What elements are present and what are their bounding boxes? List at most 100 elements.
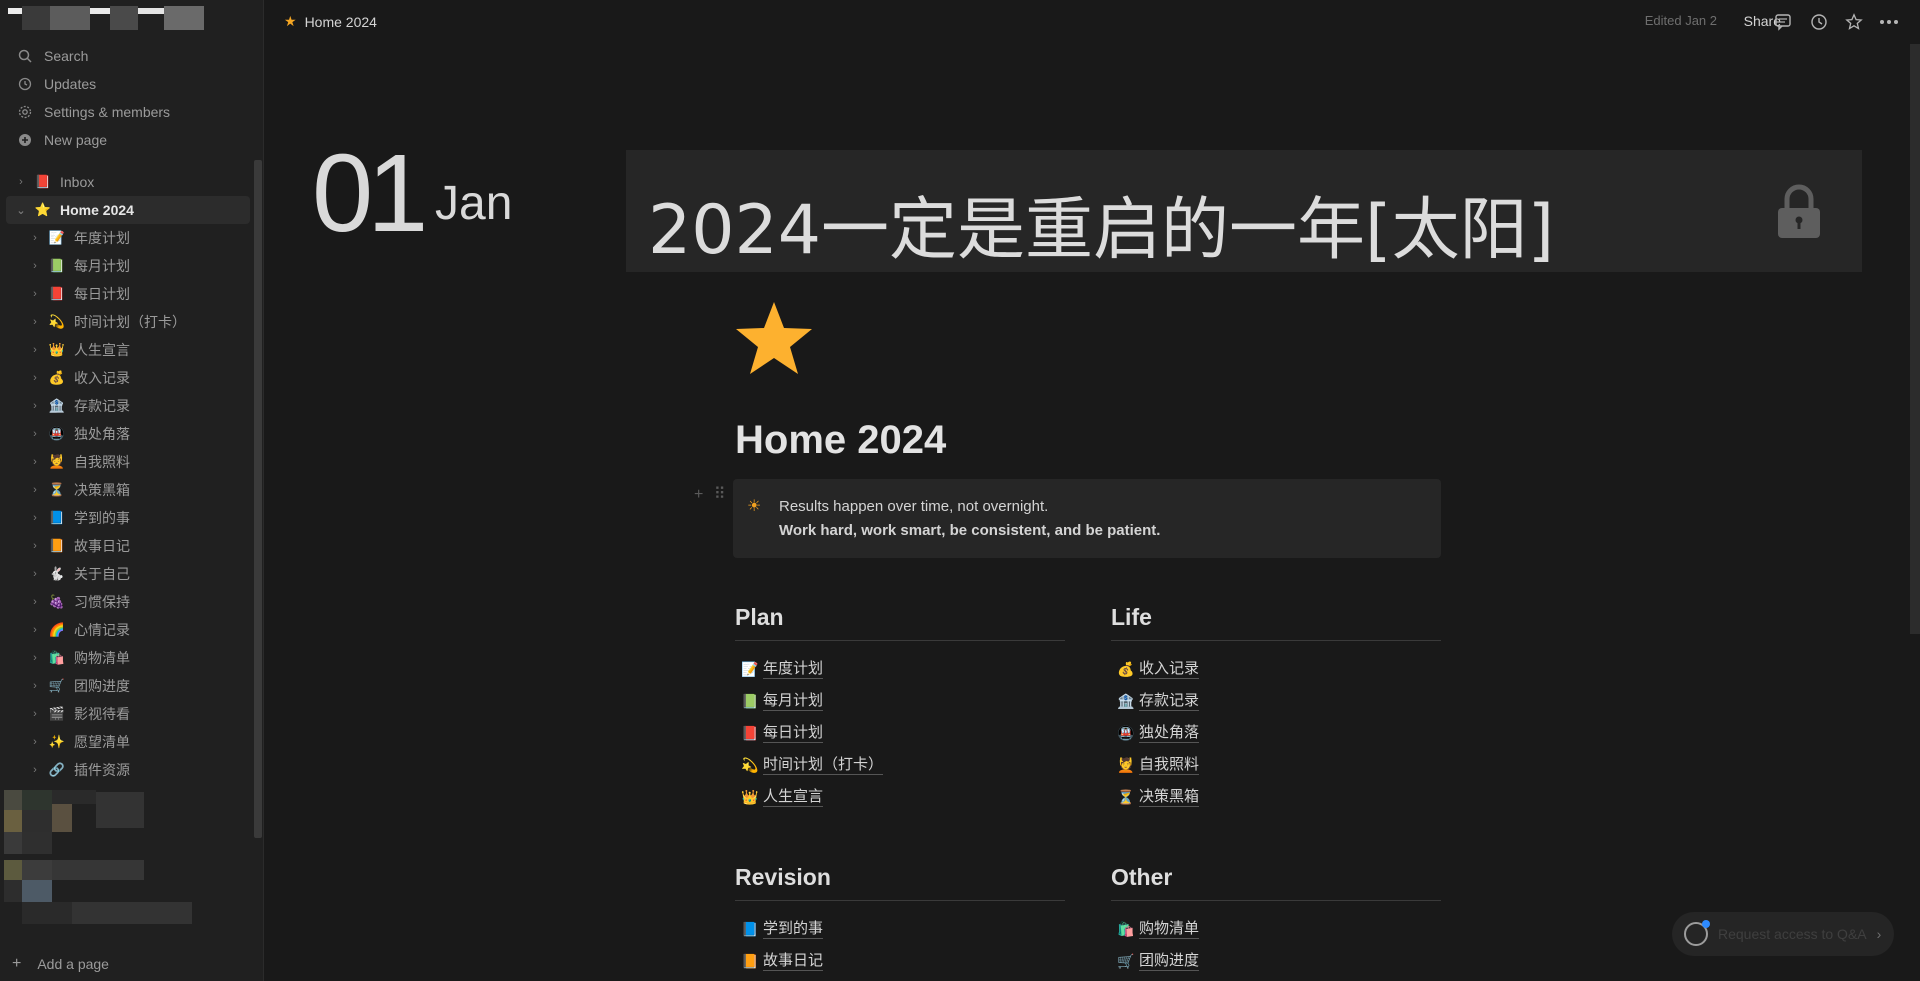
page-link-label: 自我照料 — [1139, 755, 1200, 775]
page-emoji-icon: 📘 — [741, 920, 759, 937]
add-page-button[interactable]: + Add a page — [12, 955, 109, 973]
callout-block[interactable]: ☀ Results happen over time, not overnigh… — [733, 479, 1441, 558]
sidebar-child-item[interactable]: › 📘 学到的事 — [0, 504, 250, 532]
chevron-right-icon[interactable]: › — [28, 232, 42, 244]
chevron-right-icon[interactable]: › — [28, 428, 42, 440]
sidebar-child-item[interactable]: › 📝 年度计划 — [0, 224, 250, 252]
chevron-right-icon[interactable]: › — [28, 260, 42, 272]
sidebar-child-item[interactable]: › 🐇 关于自己 — [0, 560, 250, 588]
page-link[interactable]: 🛍️ 购物清单 — [1111, 913, 1441, 945]
page-link[interactable]: 🏦 存款记录 — [1111, 685, 1441, 717]
chevron-right-icon[interactable]: › — [28, 652, 42, 664]
sidebar-scrollbar[interactable] — [254, 160, 262, 838]
sidebar-item-label: 收入记录 — [74, 370, 130, 386]
gear-icon — [16, 103, 34, 121]
sidebar-child-item[interactable]: › 👑 人生宣言 — [0, 336, 250, 364]
sidebar-child-item[interactable]: › ✨ 愿望清单 — [0, 728, 250, 756]
chevron-right-icon[interactable]: › — [28, 288, 42, 300]
page-emoji-icon: 💫 — [741, 756, 759, 773]
sidebar-child-item[interactable]: › 🛍️ 购物清单 — [0, 644, 250, 672]
workspace-switcher[interactable] — [8, 6, 218, 32]
section-heading[interactable]: Plan — [735, 604, 1065, 640]
section-heading[interactable]: Other — [1111, 864, 1441, 900]
chevron-right-icon[interactable]: › — [28, 456, 42, 468]
favorite-star-icon[interactable] — [1843, 11, 1865, 33]
chevron-right-icon[interactable]: › — [28, 708, 42, 720]
page-link[interactable]: 🚇 独处角落 — [1111, 717, 1441, 749]
page-link[interactable]: 📗 每月计划 — [735, 685, 1065, 717]
chevron-down-icon[interactable]: ⌄ — [14, 204, 28, 217]
chevron-right-icon[interactable]: › — [28, 624, 42, 636]
page-link[interactable]: 🛒 团购进度 — [1111, 945, 1441, 977]
sidebar-child-item[interactable]: › 📕 每日计划 — [0, 280, 250, 308]
chevron-right-icon[interactable]: › — [28, 484, 42, 496]
breadcrumb[interactable]: ★ Home 2024 — [284, 13, 377, 30]
page-link[interactable]: 👑 人生宣言 — [735, 781, 1065, 813]
page-link[interactable]: 💆 自我照料 — [1111, 749, 1441, 781]
main-scrollbar[interactable] — [1910, 44, 1920, 634]
sidebar-search[interactable]: Search — [0, 42, 264, 70]
chevron-right-icon[interactable]: › — [28, 568, 42, 580]
chevron-right-icon[interactable]: › — [28, 372, 42, 384]
sidebar-item-home-2024[interactable]: ⌄ ⭐ Home 2024 — [6, 196, 250, 224]
chevron-right-icon[interactable]: › — [14, 176, 28, 188]
drag-handle-icon[interactable]: ⠿ — [714, 486, 726, 503]
page-link[interactable]: 📘 学到的事 — [735, 913, 1065, 945]
page-link[interactable]: 📝 年度计划 — [735, 653, 1065, 685]
page-link-label: 购物清单 — [1139, 919, 1200, 939]
sidebar-child-item[interactable]: › 💆 自我照料 — [0, 448, 250, 476]
chevron-right-icon[interactable]: › — [28, 764, 42, 776]
sidebar-child-item[interactable]: › 🌈 心情记录 — [0, 616, 250, 644]
sidebar-child-item[interactable]: › 🏦 存款记录 — [0, 392, 250, 420]
block-handle[interactable]: + ⠿ — [694, 484, 726, 504]
sidebar-item-label: 年度计划 — [74, 230, 130, 246]
page-emoji-icon: 📝 — [48, 230, 66, 245]
page-link[interactable]: 💰 收入记录 — [1111, 653, 1441, 685]
chevron-right-icon[interactable]: › — [28, 736, 42, 748]
sidebar-child-item[interactable]: › 📗 每月计划 — [0, 252, 250, 280]
divider — [735, 640, 1065, 641]
page-link[interactable]: 💫 时间计划（打卡） — [735, 749, 1065, 781]
page-link[interactable]: ⏳ 决策黑箱 — [1111, 781, 1441, 813]
chevron-right-icon[interactable]: › — [28, 540, 42, 552]
history-icon[interactable] — [1808, 11, 1830, 33]
more-options-icon[interactable] — [1878, 11, 1900, 33]
sidebar-child-item[interactable]: › 📙 故事日记 — [0, 532, 250, 560]
sidebar-settings[interactable]: Settings & members — [0, 98, 264, 126]
chevron-right-icon[interactable]: › — [28, 344, 42, 356]
chevron-right-icon[interactable]: › — [28, 596, 42, 608]
page-link-label: 人生宣言 — [763, 787, 824, 807]
sidebar-child-item[interactable]: › 💫 时间计划（打卡） — [0, 308, 250, 336]
request-qa-button[interactable]: Request access to Q&A › — [1672, 912, 1894, 956]
sidebar-child-item[interactable]: › 🍇 习惯保持 — [0, 588, 250, 616]
sidebar-updates[interactable]: Updates — [0, 70, 264, 98]
section-heading[interactable]: Life — [1111, 604, 1441, 640]
page-link[interactable]: 📕 每日计划 — [735, 717, 1065, 749]
section-heading[interactable]: Revision — [735, 864, 1065, 900]
topbar: ★ Home 2024 Edited Jan 2 Share — [264, 0, 1920, 44]
page-emoji-icon: 💫 — [48, 314, 66, 329]
page-emoji-icon: 🛍️ — [48, 650, 66, 665]
sidebar-item-label: 存款记录 — [74, 398, 130, 414]
sidebar-item-label: 故事日记 — [74, 538, 130, 554]
sidebar-child-item[interactable]: › 💰 收入记录 — [0, 364, 250, 392]
sidebar-child-item[interactable]: › 🔗 插件资源 — [0, 756, 250, 784]
sidebar-child-item[interactable]: › 🎬 影视待看 — [0, 700, 250, 728]
page-link-label: 学到的事 — [763, 919, 824, 939]
chevron-right-icon[interactable]: › — [28, 512, 42, 524]
chevron-right-icon[interactable]: › — [28, 680, 42, 692]
sidebar-child-item[interactable]: › 🛒 团购进度 — [0, 672, 250, 700]
page-title[interactable]: Home 2024 — [735, 418, 946, 463]
chevron-right-icon[interactable]: › — [28, 400, 42, 412]
chevron-right-icon[interactable]: › — [28, 316, 42, 328]
page-link[interactable]: 📙 故事日记 — [735, 945, 1065, 977]
comment-icon[interactable] — [1772, 11, 1794, 33]
page-emoji-icon: 🚇 — [1117, 724, 1135, 741]
sidebar-new-page[interactable]: New page — [0, 126, 264, 154]
sidebar-child-item[interactable]: › 🚇 独处角落 — [0, 420, 250, 448]
plus-icon[interactable]: + — [694, 486, 703, 503]
page-emoji-icon: 🏦 — [1117, 692, 1135, 709]
page-icon-star[interactable] — [734, 300, 814, 376]
sidebar-child-item[interactable]: › ⏳ 决策黑箱 — [0, 476, 250, 504]
sidebar-item-inbox[interactable]: › 📕 Inbox — [0, 168, 250, 196]
